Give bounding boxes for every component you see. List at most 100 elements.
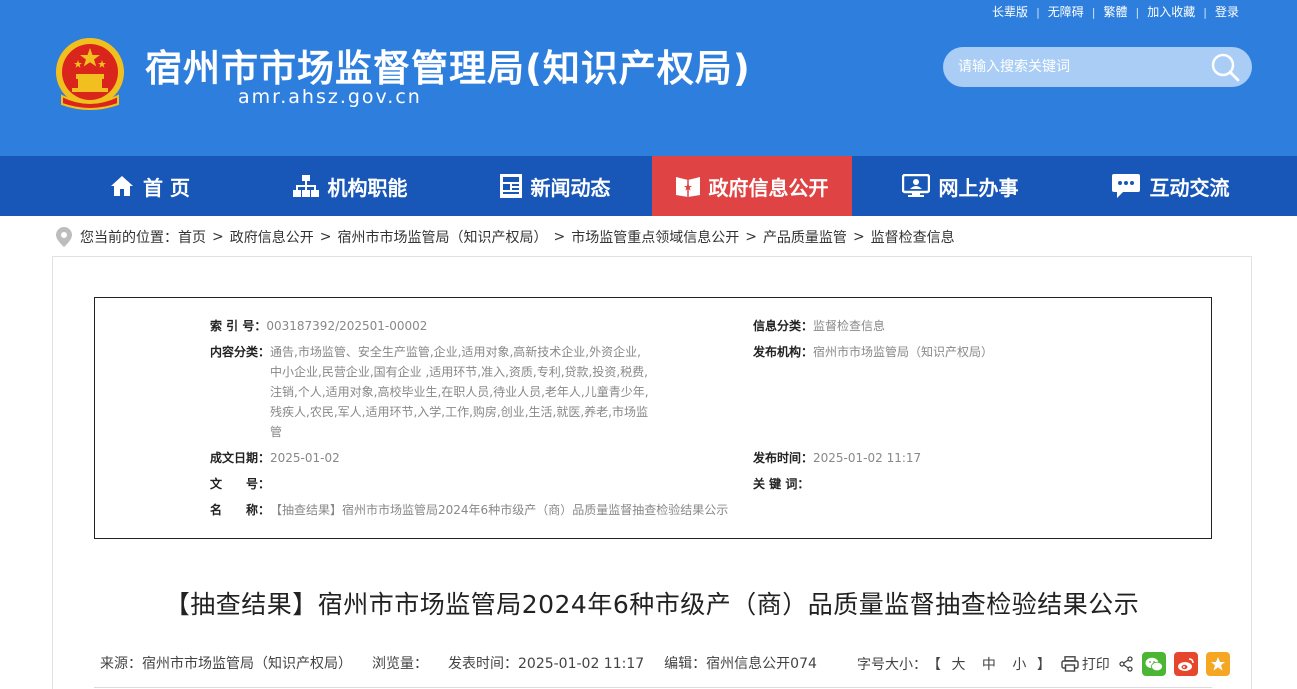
- newspaper-icon: [499, 174, 522, 198]
- article-views: 浏览量：: [372, 656, 428, 672]
- breadcrumb-prefix: 您当前的位置：: [80, 230, 178, 246]
- meta-published-time: 发布时间： 2025-01-02 11:17: [753, 448, 921, 468]
- national-emblem-icon: [56, 38, 124, 110]
- nav-interaction[interactable]: 互动交流: [1060, 156, 1280, 216]
- share-wechat-button[interactable]: [1141, 652, 1166, 676]
- bracket: 【: [927, 657, 941, 673]
- share-weibo-button[interactable]: [1173, 652, 1198, 676]
- nav-label: 新闻动态: [530, 175, 611, 200]
- meta-value: 宿州市市场监管局（知识产权局）: [813, 345, 994, 359]
- meta-value-line: 注销,个人,适用对象,高校毕业生,在职人员,待业人员,老年人,儿童青少年,: [270, 385, 649, 399]
- main-nav: 首 页 机构职能 新闻动态 政府信息公开 网上办事 互动交流: [0, 156, 1297, 216]
- top-link-elder[interactable]: 长辈版: [984, 4, 1036, 20]
- meta-value-line: 管: [270, 425, 283, 439]
- divider: [94, 687, 1212, 688]
- weibo-icon: [1177, 657, 1194, 671]
- nav-label: 机构职能: [327, 175, 408, 200]
- meta-created-date: 成文日期： 2025-01-02: [210, 448, 340, 468]
- breadcrumb-bureau[interactable]: 宿州市市场监管局（知识产权局）: [337, 227, 547, 247]
- breadcrumb-inspection-info[interactable]: 监督检查信息: [871, 227, 955, 247]
- monitor-icon: [901, 174, 930, 197]
- article-title: 【抽查结果】宿州市市场监管局2024年6种市级产（商）品质量监督抽查检验结果公示: [164, 590, 1140, 619]
- breadcrumb-separator: >: [852, 229, 865, 245]
- search-input[interactable]: [943, 47, 1193, 87]
- divider: |: [1036, 5, 1040, 19]
- top-link-login[interactable]: 登录: [1207, 4, 1247, 20]
- meta-label: 关 键 词：: [753, 477, 810, 491]
- search-box: [943, 47, 1252, 87]
- meta-value: 监督检查信息: [813, 319, 886, 333]
- meta-value: 通告,市场监管、安全生产监管,企业,适用对象,高新技术企业,外资企业, 中小企业…: [270, 342, 650, 442]
- nav-home[interactable]: 首 页: [60, 156, 240, 216]
- breadcrumb-home[interactable]: 首页: [178, 227, 206, 247]
- article-editor: 编辑：宿州信息公开074: [664, 656, 817, 672]
- bracket: 】: [1036, 657, 1051, 673]
- breadcrumb-separator: >: [319, 229, 332, 245]
- meta-label: 信息分类：: [753, 319, 814, 333]
- print-button[interactable]: 打印: [1082, 654, 1110, 674]
- meta-label: 文 号：: [210, 477, 271, 491]
- meta-doc-number: 文 号：: [210, 474, 270, 494]
- divider: |: [1091, 5, 1096, 19]
- printer-icon[interactable]: [1061, 656, 1079, 672]
- meta-value-line: 通告,市场监管、安全生产监管,企业,适用对象,高新技术企业,外资企业,: [270, 345, 641, 359]
- star-icon: [1210, 657, 1225, 671]
- meta-category: 信息分类： 监督检查信息: [753, 316, 885, 336]
- chat-icon: [1111, 174, 1140, 198]
- divider: |: [1135, 5, 1140, 19]
- nav-organization[interactable]: 机构职能: [260, 156, 440, 216]
- search-icon[interactable]: [1210, 52, 1240, 82]
- home-icon: [111, 176, 134, 196]
- site-header: 长辈版 | 无障碍 | 繁體 | 加入收藏 | 登录 宿州市市场监督管理局(知识…: [0, 0, 1297, 156]
- nav-news[interactable]: 新闻动态: [460, 156, 650, 216]
- meta-value: 2025-01-02 11:17: [813, 451, 922, 465]
- share-icon[interactable]: [1118, 656, 1134, 672]
- meta-value: 003187392/202501-00002: [266, 319, 428, 333]
- font-size-small[interactable]: 小: [1012, 657, 1026, 673]
- metadata-table: 索 引 号： 003187392/202501-00002 信息分类： 监督检查…: [94, 297, 1212, 539]
- nav-gov-info[interactable]: 政府信息公开: [652, 156, 852, 216]
- nav-label: 政府信息公开: [708, 175, 829, 200]
- meta-value-line: 残疾人,农民,军人,适用环节,入学,工作,购房,创业,生活,就医,养老,市场监: [270, 405, 648, 419]
- top-links: 长辈版 | 无障碍 | 繁體 | 加入收藏 | 登录: [984, 4, 1247, 20]
- breadcrumb: 您当前的位置： 首页 > 政府信息公开 > 宿州市市场监管局（知识产权局） > …: [56, 226, 955, 248]
- breadcrumb-key-areas[interactable]: 市场监管重点领域信息公开: [571, 227, 739, 247]
- font-size-medium[interactable]: 中: [982, 657, 996, 673]
- article-info-bar: 来源：宿州市市场监管局（知识产权局） 浏览量： 发表时间：2025-01-02 …: [100, 653, 837, 673]
- font-size-label: 字号大小：: [857, 657, 927, 673]
- meta-label: 内容分类：: [210, 345, 271, 359]
- meta-label: 索 引 号：: [210, 319, 267, 333]
- breadcrumb-gov-info[interactable]: 政府信息公开: [230, 227, 314, 247]
- meta-value-line: 中小企业,民营企业,国有企业 ,适用环节,准入,资质,专利,贷款,投资,税费,: [270, 365, 648, 379]
- article-time: 发表时间：2025-01-02 11:17: [448, 656, 645, 672]
- site-domain: amr.ahsz.gov.cn: [238, 86, 422, 108]
- location-pin-icon: [56, 227, 72, 247]
- open-book-icon: [675, 177, 700, 197]
- nav-label: 首 页: [143, 175, 190, 200]
- meta-label: 成文日期：: [210, 451, 271, 465]
- meta-content-category: 内容分类： 通告,市场监管、安全生产监管,企业,适用对象,高新技术企业,外资企业…: [210, 342, 650, 442]
- breadcrumb-separator: >: [212, 229, 224, 245]
- top-link-favorite[interactable]: 加入收藏: [1139, 4, 1203, 20]
- meta-label: 发布机构：: [753, 345, 814, 359]
- top-link-traditional[interactable]: 繁體: [1096, 4, 1136, 20]
- meta-label: 发布时间：: [753, 451, 814, 465]
- site-title: 宿州市市场监督管理局(知识产权局): [145, 47, 751, 90]
- meta-label: 名 称：: [210, 503, 271, 517]
- breadcrumb-separator: >: [745, 229, 757, 245]
- meta-keywords: 关 键 词：: [753, 474, 809, 494]
- add-favorite-button[interactable]: [1205, 652, 1230, 676]
- wechat-icon: [1145, 657, 1163, 671]
- top-link-accessibility[interactable]: 无障碍: [1040, 4, 1092, 20]
- font-size-large[interactable]: 大: [951, 657, 965, 673]
- meta-value: 2025-01-02: [270, 451, 340, 465]
- content-panel: 索 引 号： 003187392/202501-00002 信息分类： 监督检查…: [52, 256, 1252, 689]
- meta-index: 索 引 号： 003187392/202501-00002: [210, 316, 427, 336]
- nav-label: 网上办事: [938, 175, 1019, 200]
- meta-value: 【抽查结果】宿州市市场监管局2024年6种市级产（商）品质量监督抽查检验结果公示: [270, 503, 729, 517]
- nav-label: 互动交流: [1149, 175, 1230, 200]
- meta-name: 名 称： 【抽查结果】宿州市市场监管局2024年6种市级产（商）品质量监督抽查检…: [210, 500, 728, 520]
- nav-online-service[interactable]: 网上办事: [860, 156, 1060, 216]
- breadcrumb-product-quality[interactable]: 产品质量监管: [763, 227, 847, 247]
- article-source: 来源：宿州市市场监管局（知识产权局）: [100, 656, 352, 672]
